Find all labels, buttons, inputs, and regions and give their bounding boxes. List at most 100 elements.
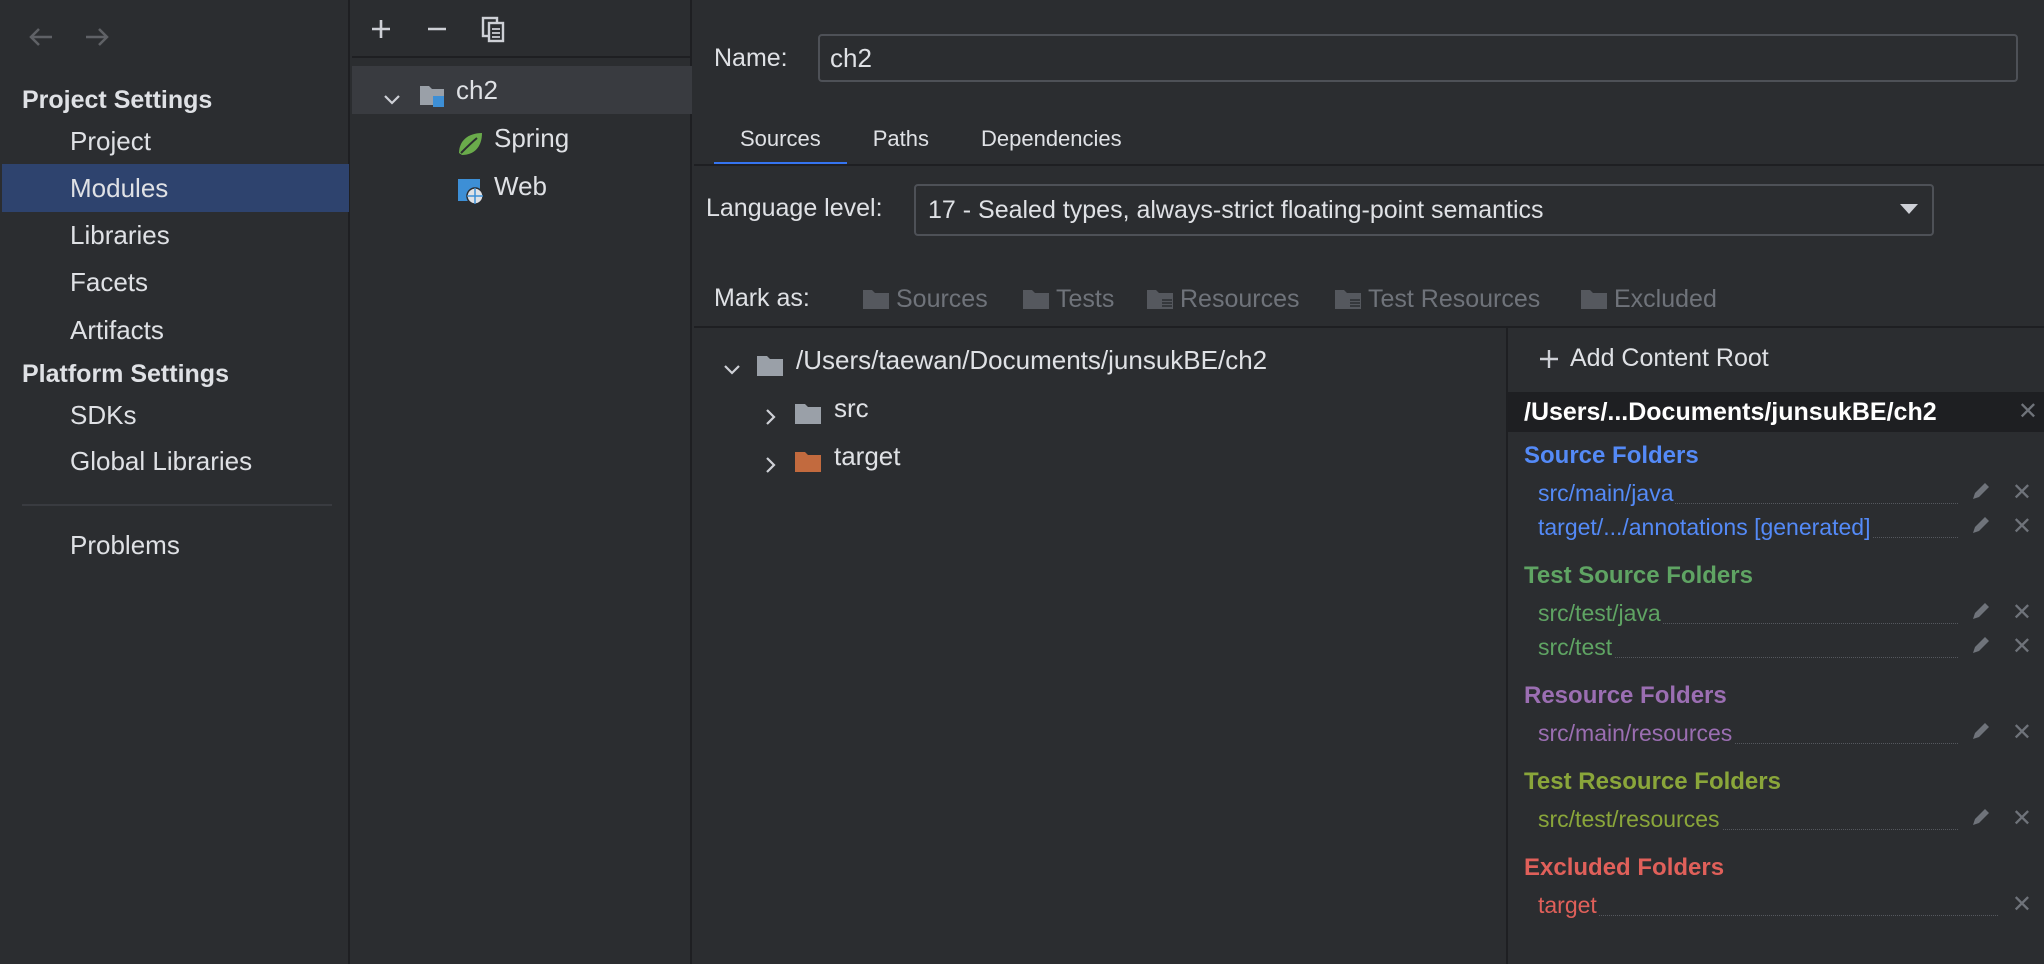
toolbar-separator bbox=[352, 56, 692, 58]
excluded-folder-row: target ✕ bbox=[1538, 888, 2038, 922]
content-root-path: /Users/taewan/Documents/junsukBE/ch2 bbox=[796, 345, 1268, 375]
source-folder-row: target/.../annotations [generated] ✕ bbox=[1538, 510, 2038, 544]
mark-tests-label: Tests bbox=[1056, 284, 1115, 313]
mark-as-label: Mark as: bbox=[714, 284, 810, 312]
tab-paths[interactable]: Paths bbox=[847, 112, 955, 166]
sidebar-item-global-libraries[interactable]: Global Libraries bbox=[2, 437, 349, 485]
close-icon[interactable]: ✕ bbox=[2012, 596, 2032, 630]
web-facet-icon bbox=[456, 172, 484, 205]
content-root-header: /Users/...Documents/junsukBE/ch2 ✕ bbox=[1508, 392, 2044, 432]
tab-dependencies[interactable]: Dependencies bbox=[955, 112, 1148, 166]
mark-excluded-button[interactable]: Excluded bbox=[1580, 282, 1717, 316]
module-tabs: Sources Paths Dependencies bbox=[714, 112, 1148, 166]
close-icon[interactable]: ✕ bbox=[2018, 392, 2038, 432]
edit-icon[interactable] bbox=[1970, 600, 1992, 622]
folder-icon bbox=[863, 290, 889, 309]
edit-icon[interactable] bbox=[1970, 720, 1992, 742]
plus-icon[interactable] bbox=[366, 12, 396, 46]
source-folder-row: src/main/java ✕ bbox=[1538, 476, 2038, 510]
add-content-root-label: Add Content Root bbox=[1570, 344, 1769, 372]
modules-panel: ch2 Spring Web bbox=[352, 0, 692, 964]
project-structure-window: Project Settings Project Modules Librari… bbox=[0, 0, 2044, 964]
chevron-right-icon[interactable] bbox=[758, 444, 782, 473]
folder-icon bbox=[1581, 290, 1607, 309]
module-tree-item-spring[interactable]: Spring bbox=[352, 114, 692, 162]
edit-icon[interactable] bbox=[1970, 480, 1992, 502]
facet-label: Spring bbox=[494, 123, 570, 153]
close-icon[interactable]: ✕ bbox=[2012, 802, 2032, 836]
chevron-down-icon[interactable] bbox=[720, 348, 744, 375]
close-icon[interactable]: ✕ bbox=[2012, 476, 2032, 510]
tree-item-target[interactable]: target bbox=[758, 432, 1058, 480]
tree-item-src[interactable]: src bbox=[758, 384, 1058, 432]
resource-folders-title: Resource Folders bbox=[1524, 682, 1727, 709]
sidebar-item-sdks[interactable]: SDKs bbox=[2, 391, 349, 439]
mark-test-resources-label: Test Resources bbox=[1368, 284, 1541, 313]
sidebar-item-facets[interactable]: Facets bbox=[2, 258, 349, 306]
plus-icon bbox=[1540, 349, 1558, 368]
sidebar-item-artifacts[interactable]: Artifacts bbox=[2, 306, 349, 354]
test-source-folder-row: src/test ✕ bbox=[1538, 630, 2038, 664]
sidebar-item-project[interactable]: Project bbox=[2, 117, 349, 165]
folder-path: src/test/resources bbox=[1538, 806, 1722, 832]
content-root-header-label: /Users/...Documents/junsukBE/ch2 bbox=[1524, 398, 1937, 426]
close-icon[interactable]: ✕ bbox=[2012, 510, 2032, 544]
folder-path: target/.../annotations [generated] bbox=[1538, 514, 1873, 540]
folder-path: src/test/java bbox=[1538, 600, 1663, 626]
folder-icon bbox=[794, 394, 822, 424]
mark-resources-label: Resources bbox=[1180, 284, 1300, 313]
mark-sources-button[interactable]: Sources bbox=[862, 282, 988, 316]
language-level-select[interactable]: 17 - Sealed types, always-strict floatin… bbox=[914, 184, 1934, 236]
tree-item-label: target bbox=[834, 441, 901, 471]
module-name-input[interactable]: ch2 bbox=[818, 34, 2018, 82]
close-icon[interactable]: ✕ bbox=[2012, 888, 2032, 922]
sidebar-item-libraries[interactable]: Libraries bbox=[2, 211, 349, 259]
test-resource-folder-icon bbox=[1335, 290, 1361, 309]
add-content-root-button[interactable]: Add Content Root bbox=[1538, 344, 1769, 373]
close-icon[interactable]: ✕ bbox=[2012, 716, 2032, 750]
folder-path: src/main/resources bbox=[1538, 720, 1735, 746]
tree-item-label: src bbox=[834, 393, 869, 423]
mark-sources-label: Sources bbox=[896, 284, 988, 313]
settings-sidebar: Project Settings Project Modules Librari… bbox=[0, 0, 350, 964]
folder-path: src/test bbox=[1538, 634, 1615, 660]
chevron-right-icon[interactable] bbox=[758, 396, 782, 425]
arrow-left-icon[interactable] bbox=[26, 22, 56, 52]
dotted-leader bbox=[1538, 915, 1998, 916]
edit-icon[interactable] bbox=[1970, 806, 1992, 828]
close-icon[interactable]: ✕ bbox=[2012, 630, 2032, 664]
mark-tests-button[interactable]: Tests bbox=[1022, 282, 1114, 316]
test-source-folders-title: Test Source Folders bbox=[1524, 562, 1753, 589]
test-source-folder-row: src/test/java ✕ bbox=[1538, 596, 2038, 630]
mark-resources-button[interactable]: Resources bbox=[1146, 282, 1300, 316]
excluded-folder-icon bbox=[794, 442, 822, 472]
sidebar-item-problems[interactable]: Problems bbox=[2, 521, 349, 569]
test-resource-folders-title: Test Resource Folders bbox=[1524, 768, 1781, 795]
edit-icon[interactable] bbox=[1970, 634, 1992, 656]
module-label: ch2 bbox=[456, 75, 498, 105]
tab-sources[interactable]: Sources bbox=[714, 112, 847, 166]
module-settings-main: Name: ch2 Sources Paths Dependencies Lan… bbox=[694, 0, 2044, 964]
name-label: Name: bbox=[714, 44, 788, 72]
folder-path: target bbox=[1538, 892, 1599, 918]
mark-excluded-label: Excluded bbox=[1614, 284, 1717, 313]
chevron-down-icon bbox=[1900, 204, 1918, 214]
tabs-separator bbox=[694, 164, 2044, 166]
module-tree-item-web[interactable]: Web bbox=[352, 162, 692, 210]
language-level-value: 17 - Sealed types, always-strict floatin… bbox=[928, 196, 1544, 224]
sidebar-divider bbox=[22, 504, 332, 506]
sidebar-item-modules[interactable]: Modules bbox=[2, 164, 349, 212]
module-tree-item-ch2[interactable]: ch2 bbox=[352, 66, 692, 114]
platform-settings-title: Platform Settings bbox=[22, 360, 229, 388]
tree-item-content-root[interactable]: /Users/taewan/Documents/junsukBE/ch2 bbox=[720, 336, 1480, 384]
arrow-right-icon[interactable] bbox=[82, 22, 112, 52]
mark-test-resources-button[interactable]: Test Resources bbox=[1334, 282, 1540, 316]
folder-icon bbox=[756, 346, 784, 376]
excluded-folders-title: Excluded Folders bbox=[1524, 854, 1725, 881]
project-settings-title: Project Settings bbox=[22, 86, 213, 114]
modules-toolbar bbox=[366, 12, 508, 46]
edit-icon[interactable] bbox=[1970, 514, 1992, 536]
minus-icon[interactable] bbox=[422, 12, 452, 46]
copy-icon[interactable] bbox=[478, 12, 508, 46]
chevron-down-icon[interactable] bbox=[380, 78, 404, 105]
